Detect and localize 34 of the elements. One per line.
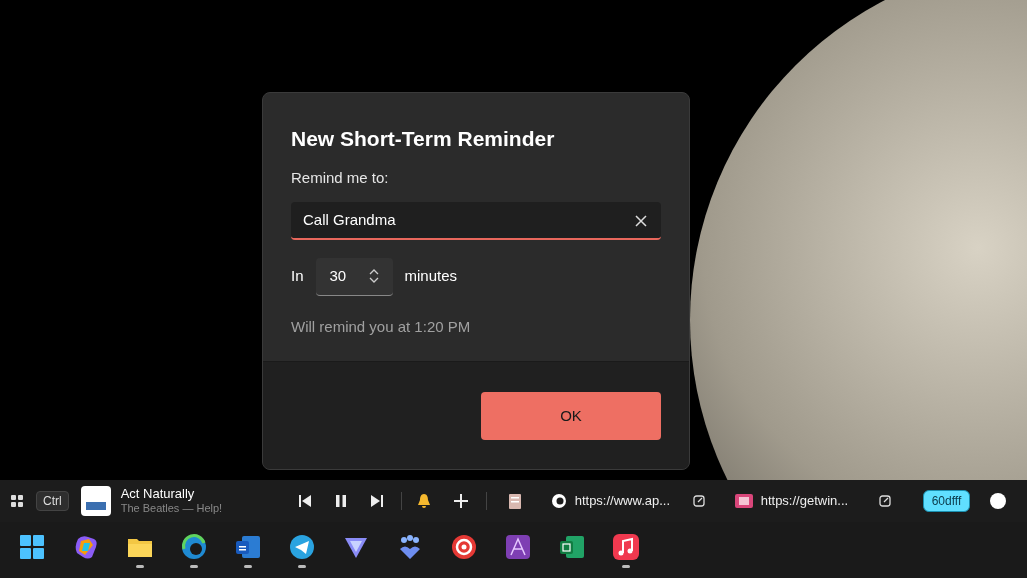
- minutes-spinner[interactable]: 30: [315, 257, 393, 296]
- clear-icon[interactable]: [635, 214, 647, 227]
- color-hex-badge[interactable]: 60dfff: [922, 490, 971, 512]
- up-down-chevron-icon: [368, 269, 379, 283]
- circle-logo-icon: [550, 493, 567, 509]
- clipboard-icon[interactable]: [508, 493, 521, 509]
- triangle-a-icon[interactable]: [504, 532, 532, 561]
- reminder-summary: Will remind you at 1:20 PM: [291, 316, 472, 337]
- tab-url[interactable]: https://getwin...: [760, 491, 871, 511]
- paper-plane-icon[interactable]: [288, 532, 316, 561]
- swirl-ring-icon[interactable]: [180, 532, 208, 561]
- track-title: Act Naturally: [120, 486, 196, 501]
- open-link-icon[interactable]: [878, 495, 891, 507]
- plus-icon[interactable]: [453, 494, 468, 508]
- unit-label: minutes: [404, 266, 458, 287]
- next-icon[interactable]: [370, 495, 383, 507]
- podcast-icon[interactable]: [450, 532, 478, 561]
- prefix-label: In: [291, 266, 304, 287]
- track-artist: The Beatles — Help!: [120, 501, 224, 516]
- album-art: [80, 486, 111, 516]
- music-note-icon[interactable]: [612, 532, 640, 561]
- previous-icon[interactable]: [298, 495, 311, 507]
- pause-icon[interactable]: [334, 495, 347, 507]
- field-label: Remind me to:: [291, 168, 390, 188]
- ok-button[interactable]: OK: [481, 392, 661, 440]
- window-logo-icon: [734, 494, 753, 508]
- key-label: Ctrl: [36, 491, 69, 511]
- windows-logo-icon[interactable]: [18, 532, 46, 561]
- dialog-title: New Short-Term Reminder: [291, 126, 556, 152]
- open-link-icon[interactable]: [692, 495, 705, 507]
- reminder-input-field[interactable]: Call Grandma: [291, 201, 661, 240]
- bell-icon[interactable]: [415, 493, 432, 509]
- grid-icon[interactable]: [10, 494, 24, 508]
- tab-url[interactable]: https://www.ap...: [574, 491, 685, 511]
